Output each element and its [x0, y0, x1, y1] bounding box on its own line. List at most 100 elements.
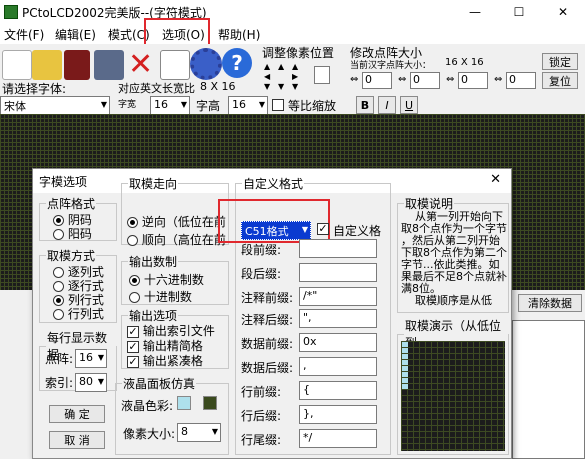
en-width-label: 对应英文长宽比	[118, 82, 195, 95]
output-text[interactable]	[512, 320, 585, 459]
close-icon[interactable]: ✕	[490, 172, 501, 187]
radix-option[interactable]: 十六进制数	[129, 271, 204, 288]
gear-icon[interactable]	[190, 48, 222, 80]
data-suffix-field[interactable]: ,	[299, 357, 377, 376]
ratio-checkbox[interactable]	[272, 99, 284, 111]
index-select[interactable]: 80	[75, 373, 107, 392]
restore-button[interactable]: 复位	[542, 72, 578, 89]
pixel-size-select[interactable]: 8	[177, 423, 221, 442]
arrow-up-icon[interactable]: ▲	[264, 62, 270, 71]
italic-button[interactable]: I	[378, 96, 396, 114]
comment-prefix-field[interactable]: /*"	[299, 287, 377, 306]
option-label: 阳码	[67, 227, 92, 241]
underline-button[interactable]: U	[400, 96, 418, 114]
segment-prefix-field[interactable]	[299, 239, 377, 258]
checkbox-icon[interactable]	[127, 355, 139, 368]
line-prefix-field[interactable]: {	[299, 381, 377, 400]
arrow-right-icon[interactable]: ▶	[292, 72, 298, 81]
radio-icon[interactable]	[129, 292, 140, 303]
char-height-select[interactable]: 16	[228, 96, 268, 115]
document-icon[interactable]	[160, 50, 190, 80]
dialog-title: 字模选项	[39, 175, 88, 189]
spin-arrows: ⇔	[446, 74, 455, 85]
spin-arrows: ⇔	[494, 74, 503, 85]
arrow-down-icon[interactable]: ▼	[278, 82, 284, 91]
spin-c[interactable]: 0	[458, 72, 488, 89]
close-icon[interactable]: ✕	[541, 0, 585, 24]
lock-button[interactable]: 锁定	[542, 53, 578, 70]
font-options-dialog: 字模选项 ✕ 点阵格式 阴码 阳码 取模方式 逐列式 逐行式 列行式 行列式 每…	[32, 168, 512, 459]
output-option[interactable]: 输出紧凑格	[127, 352, 203, 369]
delete-icon[interactable]: ✕	[128, 50, 158, 80]
option-label: 行列式	[67, 307, 104, 321]
menu-help[interactable]: 帮助(H)	[218, 26, 260, 43]
radix-option[interactable]: 十进制数	[129, 288, 192, 305]
arrow-down-icon[interactable]: ▼	[264, 82, 270, 91]
comment-suffix-field[interactable]: ",	[299, 309, 377, 328]
radio-icon[interactable]	[127, 217, 138, 228]
line-end-field[interactable]: */	[299, 429, 377, 448]
cancel-button[interactable]: 取 消	[49, 431, 105, 449]
save-icon[interactable]	[64, 50, 90, 80]
char-height-label: 字高	[196, 99, 221, 113]
spin-b[interactable]: 0	[410, 72, 440, 89]
direction-option[interactable]: 顺向（高位在前	[127, 231, 226, 248]
spin-arrows: ⇔	[398, 74, 407, 85]
dot-count-label: 点阵:	[45, 352, 74, 366]
custom-row-label: 段前缀:	[241, 243, 282, 257]
clear-data-button[interactable]: 清除数据	[518, 294, 582, 312]
dot-count-select[interactable]: 16	[75, 349, 107, 368]
arrow-up-icon[interactable]: ▲	[278, 62, 284, 71]
arrow-left-icon[interactable]: ◀	[264, 72, 270, 81]
help-icon[interactable]: ?	[222, 48, 252, 78]
font-select[interactable]: 宋体	[0, 96, 110, 115]
window-controls: — ☐ ✕	[453, 0, 585, 24]
minimize-icon[interactable]: —	[453, 0, 497, 24]
maximize-icon[interactable]: ☐	[497, 0, 541, 24]
bold-button[interactable]: B	[356, 96, 374, 114]
direction-option[interactable]: 逆向（低位在前	[127, 213, 226, 230]
radio-icon[interactable]	[127, 235, 138, 246]
char-width-select[interactable]: 16	[150, 96, 190, 115]
print-icon[interactable]	[94, 50, 124, 80]
toolbar: ✕ ? 调整像素位置 ▲ ▲ ▲ ◀ ▶ ▼ ▼ ▼ 修改点阵大小 当前汉字点阵…	[0, 44, 585, 96]
lcd-dark-color-swatch[interactable]	[203, 396, 217, 410]
spin-a[interactable]: 0	[362, 72, 392, 89]
radio-icon[interactable]	[53, 229, 64, 240]
option-label: 逆向（低位在前	[141, 215, 226, 229]
checkbox-icon[interactable]	[127, 340, 139, 353]
new-file-icon[interactable]	[2, 50, 32, 80]
custom-row-label: 段后缀:	[241, 267, 282, 281]
custom-format-checkbox[interactable]	[317, 223, 329, 235]
ok-button[interactable]: 确 定	[49, 405, 105, 423]
lcd-light-color-swatch[interactable]	[177, 396, 191, 410]
data-prefix-field[interactable]: 0x	[299, 333, 377, 352]
radio-icon[interactable]	[53, 309, 64, 320]
lcd-color-label: 液晶色彩:	[121, 399, 174, 413]
font-label: 请选择字体:	[2, 82, 67, 96]
mode-option[interactable]: 行列式	[53, 305, 104, 322]
menu-edit[interactable]: 编辑(E)	[55, 26, 96, 43]
checkbox-icon[interactable]	[127, 325, 139, 338]
spin-d[interactable]: 0	[506, 72, 536, 89]
radix-legend: 输出数制	[129, 255, 178, 269]
spin-arrows: ⇔	[350, 74, 359, 85]
pixel-preview	[314, 66, 330, 84]
direction-legend: 取模走向	[129, 177, 178, 191]
arrow-down-icon[interactable]: ▼	[292, 82, 298, 91]
radio-icon[interactable]	[129, 275, 140, 286]
pixel-arrows: ▲ ▲ ▲ ◀ ▶ ▼ ▼ ▼	[262, 62, 334, 94]
line-suffix-field[interactable]: },	[299, 405, 377, 424]
custom-row-label: 行后缀:	[241, 409, 282, 423]
open-folder-icon[interactable]	[32, 50, 62, 80]
option-label: 十进制数	[143, 290, 192, 304]
resize-spinners: ⇔ 0 ⇔ 0 ⇔ 0 ⇔ 0	[350, 72, 538, 90]
demo-lit-column	[402, 342, 408, 390]
arrow-up-icon[interactable]: ▲	[292, 62, 298, 71]
dot-format-option[interactable]: 阳码	[53, 225, 92, 242]
segment-suffix-field[interactable]	[299, 263, 377, 282]
menu-file[interactable]: 文件(F)	[4, 26, 44, 43]
option-label: 输出精简格	[142, 339, 203, 353]
lcd-sim-group: 液晶面板仿真	[115, 375, 229, 455]
resize-sub: 当前汉字点阵大小：	[350, 61, 432, 71]
